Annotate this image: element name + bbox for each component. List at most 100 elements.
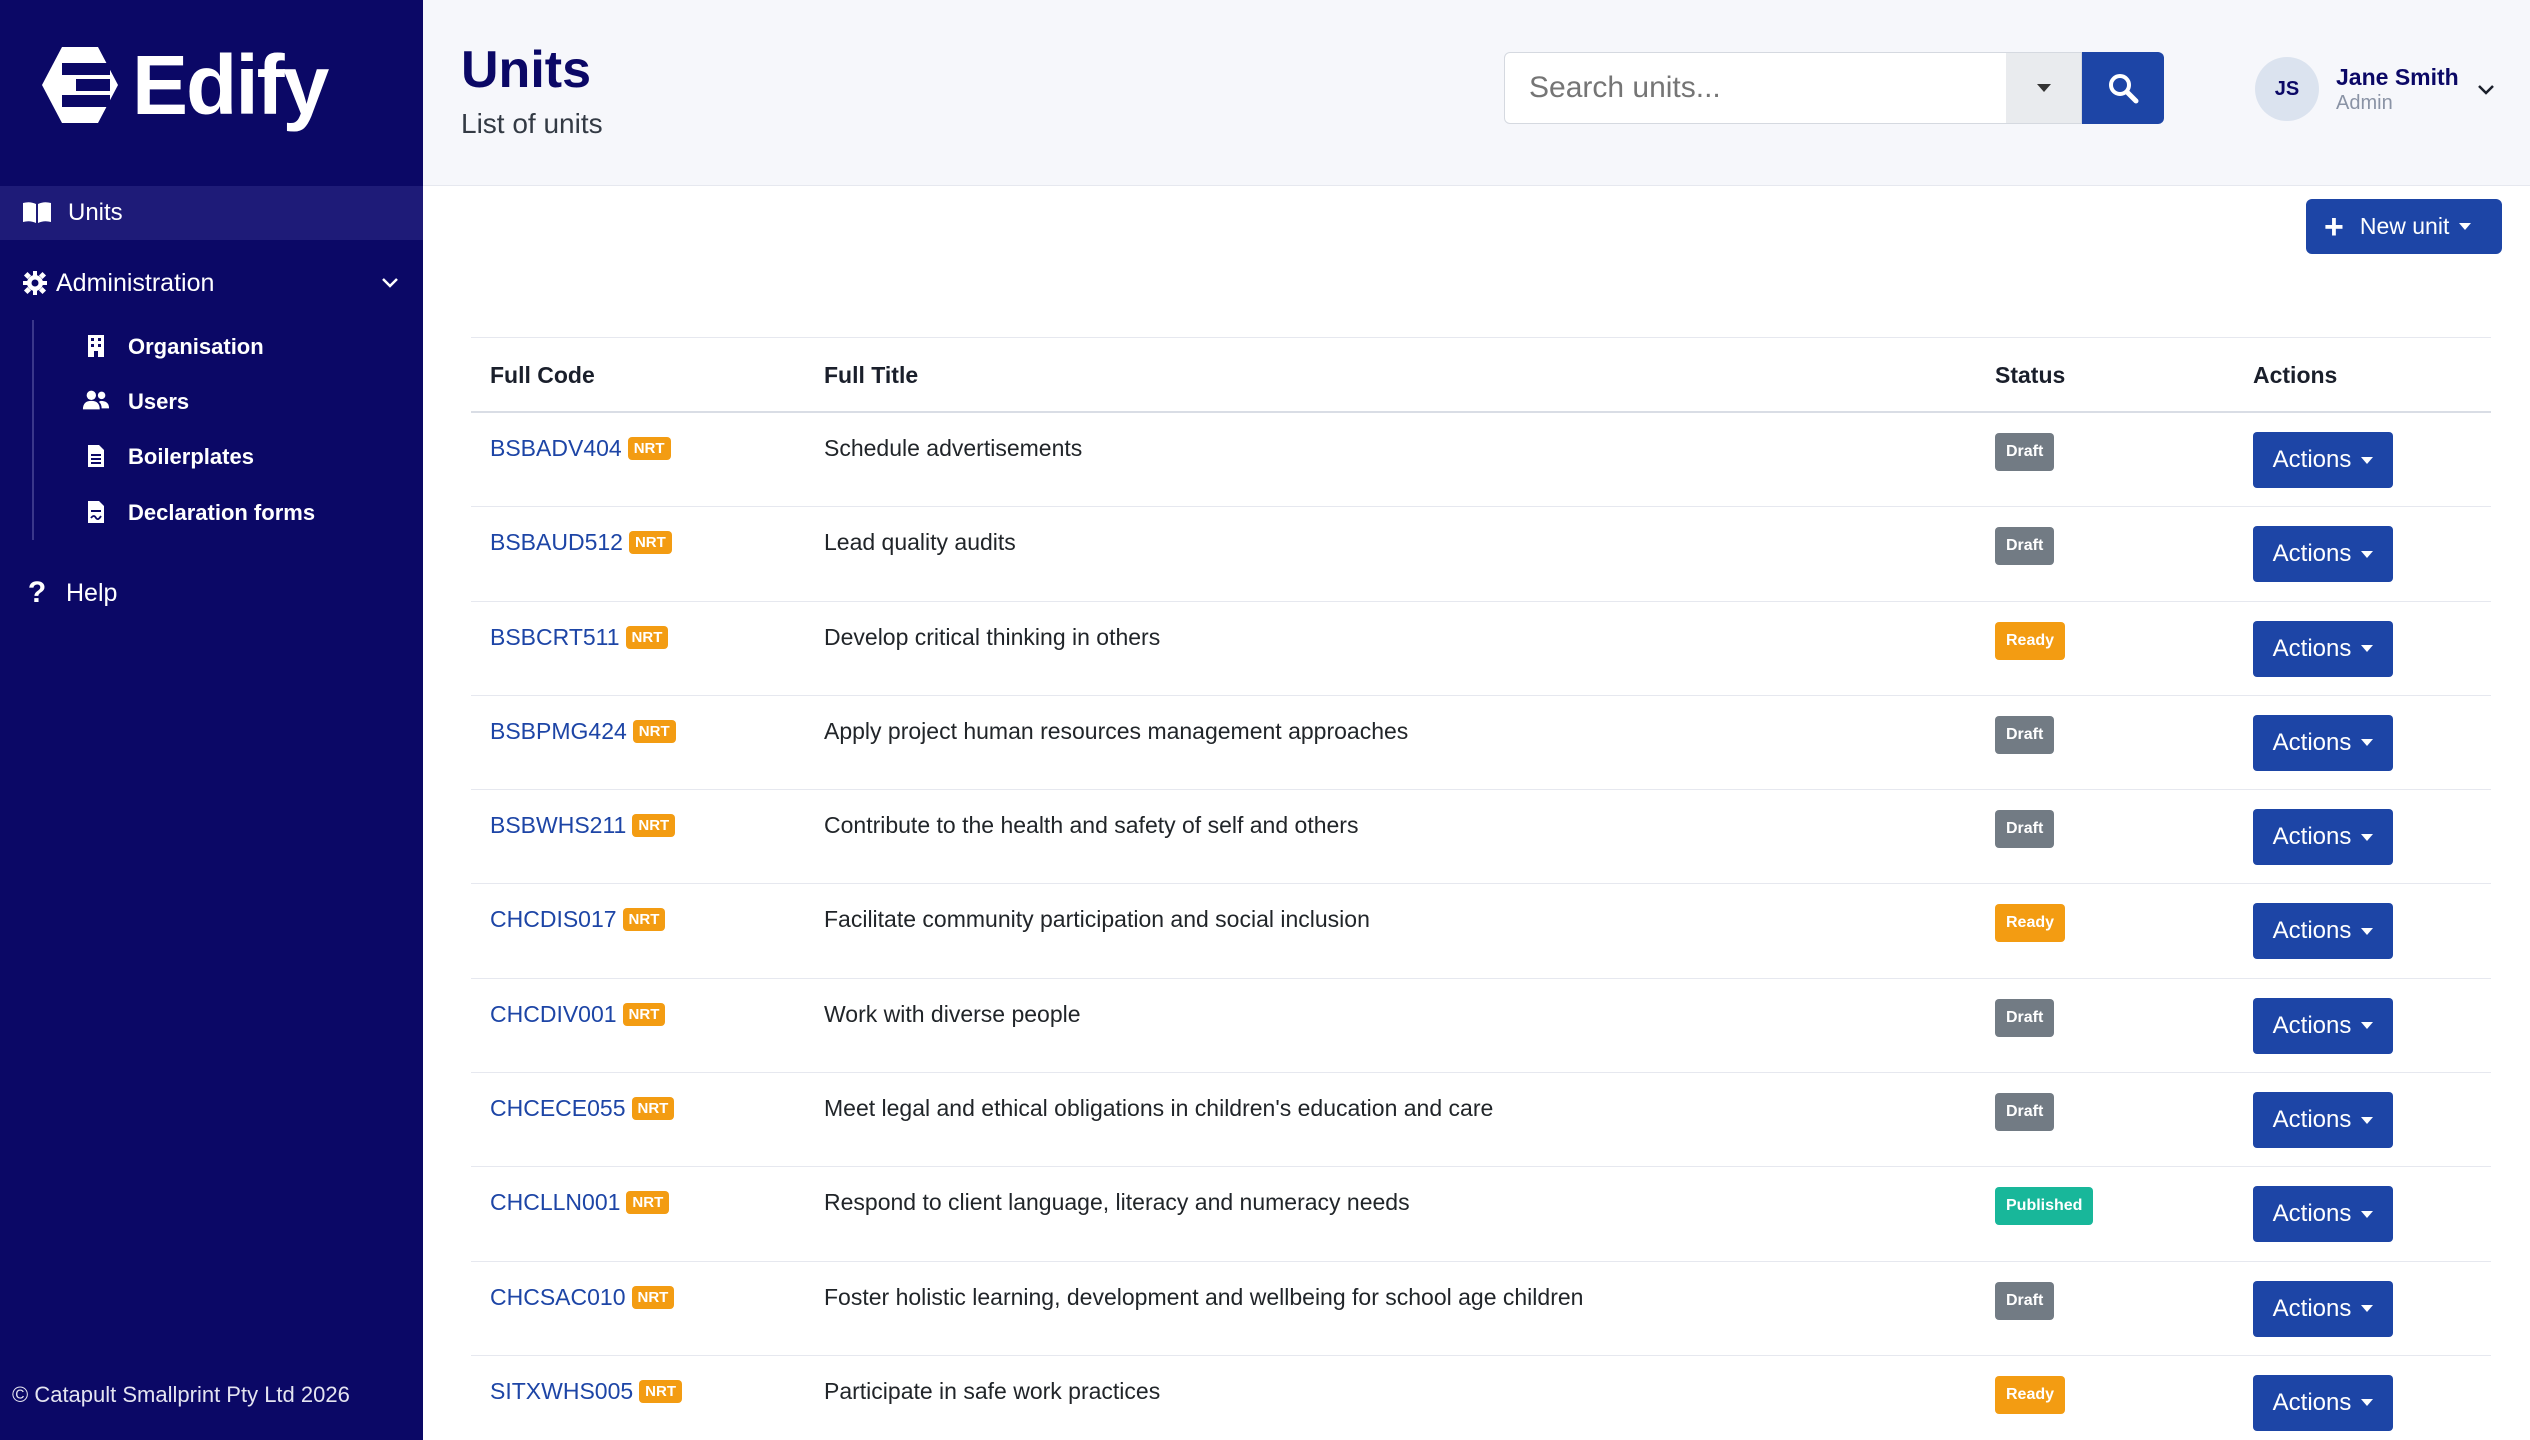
- caret-down-icon: [2459, 223, 2472, 230]
- submenu-divider: [32, 320, 34, 540]
- nrt-badge: NRT: [625, 625, 669, 649]
- actions-label: Actions: [2272, 540, 2352, 568]
- sidebar-item-label: Organisation: [128, 334, 264, 359]
- status-badge: Ready: [1995, 1375, 2066, 1414]
- table-row: CHCECE055 NRT Meet legal and ethical obl…: [471, 1073, 2491, 1168]
- caret-down-icon: [2361, 927, 2374, 935]
- chevron-down-icon[interactable]: [2475, 78, 2497, 100]
- caret-down-icon: [2361, 1116, 2374, 1124]
- status-badge: Published: [1995, 1187, 2094, 1226]
- actions-button[interactable]: Actions: [2253, 809, 2393, 866]
- sidebar: Edify Units Administration Organisation …: [0, 0, 423, 1440]
- table-row: SITXWHS005 NRT Participate in safe work …: [471, 1356, 2491, 1440]
- column-header-full-title[interactable]: Full Title: [824, 362, 918, 389]
- table-row: BSBCRT511 NRT Develop critical thinking …: [471, 602, 2491, 696]
- sidebar-item-declaration-forms[interactable]: Declaration forms: [82, 493, 315, 533]
- unit-code-link[interactable]: BSBADV404: [490, 435, 622, 462]
- unit-code-cell: CHCLLN001 NRT: [490, 1189, 670, 1216]
- sidebar-item-boilerplates[interactable]: Boilerplates: [82, 437, 254, 477]
- unit-code-link[interactable]: CHCSAC010: [490, 1284, 626, 1311]
- column-header-status[interactable]: Status: [1995, 362, 2065, 389]
- column-header-actions: Actions: [2253, 362, 2338, 388]
- sidebar-item-label: Units: [68, 199, 123, 226]
- user-name[interactable]: Jane Smith: [2336, 64, 2459, 91]
- unit-code-cell: CHCDIS017 NRT: [490, 906, 666, 933]
- unit-code-cell: BSBCRT511 NRT: [490, 624, 669, 651]
- sidebar-item-label: Users: [128, 389, 190, 414]
- sidebar-item-organisation[interactable]: Organisation: [82, 327, 264, 367]
- edify-logo[interactable]: Edify: [40, 38, 329, 132]
- actions-label: Actions: [2272, 1200, 2352, 1228]
- unit-code-link[interactable]: CHCECE055: [490, 1095, 626, 1122]
- actions-button[interactable]: Actions: [2253, 620, 2393, 677]
- actions-button[interactable]: Actions: [2253, 526, 2393, 583]
- actions-button[interactable]: Actions: [2253, 1186, 2393, 1243]
- nrt-badge: NRT: [626, 1191, 670, 1215]
- nrt-badge: NRT: [631, 1285, 675, 1309]
- caret-down-icon: [2361, 1399, 2374, 1407]
- sidebar-item-help[interactable]: ? Help: [0, 566, 423, 620]
- search-icon: [2109, 74, 2139, 104]
- unit-title: Apply project human resources management…: [824, 717, 1409, 744]
- brand-name: Edify: [132, 38, 329, 132]
- actions-label: Actions: [2272, 634, 2352, 662]
- new-unit-button[interactable]: + New unit: [2306, 199, 2502, 254]
- status-badge: Draft: [1995, 715, 2055, 754]
- unit-code-cell: BSBPMG424 NRT: [490, 718, 676, 745]
- column-header-full-code[interactable]: Full Code: [490, 362, 595, 389]
- unit-code-cell: BSBWHS211 NRT: [490, 812, 676, 839]
- actions-button[interactable]: Actions: [2253, 1092, 2393, 1149]
- unit-title: Schedule advertisements: [824, 435, 1083, 461]
- sidebar-item-units[interactable]: Units: [0, 186, 423, 240]
- sidebar-item-label: Administration: [56, 268, 215, 297]
- sidebar-item-label: Declaration forms: [128, 500, 316, 525]
- search-filter-dropdown[interactable]: [2006, 52, 2082, 124]
- actions-button[interactable]: Actions: [2253, 997, 2393, 1054]
- gear-icon: [23, 271, 47, 295]
- unit-code-link[interactable]: SITXWHS005: [490, 1378, 633, 1405]
- unit-code-cell: SITXWHS005 NRT: [490, 1378, 682, 1405]
- actions-button[interactable]: Actions: [2253, 1280, 2393, 1337]
- caret-down-icon: [2361, 550, 2374, 558]
- unit-code-link[interactable]: CHCDIS017: [490, 906, 617, 933]
- unit-code-cell: BSBADV404 NRT: [490, 435, 671, 462]
- actions-button[interactable]: Actions: [2253, 903, 2393, 960]
- page-subtitle: List of units: [461, 108, 603, 139]
- search-input[interactable]: [1504, 52, 2007, 124]
- search-button[interactable]: [2082, 52, 2164, 124]
- actions-button[interactable]: Actions: [2253, 1374, 2393, 1431]
- avatar[interactable]: JS: [2255, 57, 2319, 121]
- unit-code-cell: BSBAUD512 NRT: [490, 529, 672, 556]
- sidebar-item-label: Boilerplates: [128, 444, 254, 469]
- table-row: CHCLLN001 NRT Respond to client language…: [471, 1167, 2491, 1262]
- unit-code-link[interactable]: BSBAUD512: [490, 529, 623, 556]
- actions-label: Actions: [2272, 1011, 2352, 1039]
- actions-label: Actions: [2272, 446, 2352, 473]
- unit-code-link[interactable]: BSBCRT511: [490, 624, 620, 651]
- unit-code-link[interactable]: CHCDIV001: [490, 1001, 617, 1028]
- actions-button[interactable]: Actions: [2253, 714, 2393, 771]
- unit-code-link[interactable]: BSBWHS211: [490, 812, 626, 839]
- building-icon: [82, 334, 110, 360]
- unit-code-link[interactable]: BSBPMG424: [490, 718, 627, 745]
- unit-code-link[interactable]: CHCLLN001: [490, 1189, 620, 1216]
- sidebar-item-administration[interactable]: Administration: [0, 256, 423, 310]
- plus-icon: +: [2324, 207, 2344, 246]
- actions-button[interactable]: Actions: [2253, 432, 2393, 488]
- status-badge: Draft: [1995, 1281, 2055, 1320]
- status-badge: Draft: [1995, 1093, 2055, 1132]
- copyright-text: © Catapult Smallprint Pty Ltd 2026: [12, 1382, 350, 1407]
- nrt-badge: NRT: [628, 531, 672, 555]
- caret-down-icon: [2361, 1022, 2374, 1030]
- question-icon: ?: [27, 576, 47, 609]
- nrt-badge: NRT: [631, 1097, 675, 1121]
- unit-code-cell: CHCECE055 NRT: [490, 1095, 675, 1122]
- sidebar-item-users[interactable]: Users: [82, 382, 189, 422]
- status-badge: Draft: [1995, 998, 2055, 1037]
- unit-title: Facilitate community participation and s…: [824, 906, 1370, 933]
- unit-title: Respond to client language, literacy and…: [824, 1189, 1410, 1216]
- table-row: CHCDIV001 NRT Work with diverse people D…: [471, 979, 2491, 1074]
- unit-title: Meet legal and ethical obligations in ch…: [824, 1095, 1494, 1122]
- users-icon: [82, 389, 110, 415]
- table-row: BSBADV404 NRT Schedule advertisements Dr…: [471, 413, 2491, 508]
